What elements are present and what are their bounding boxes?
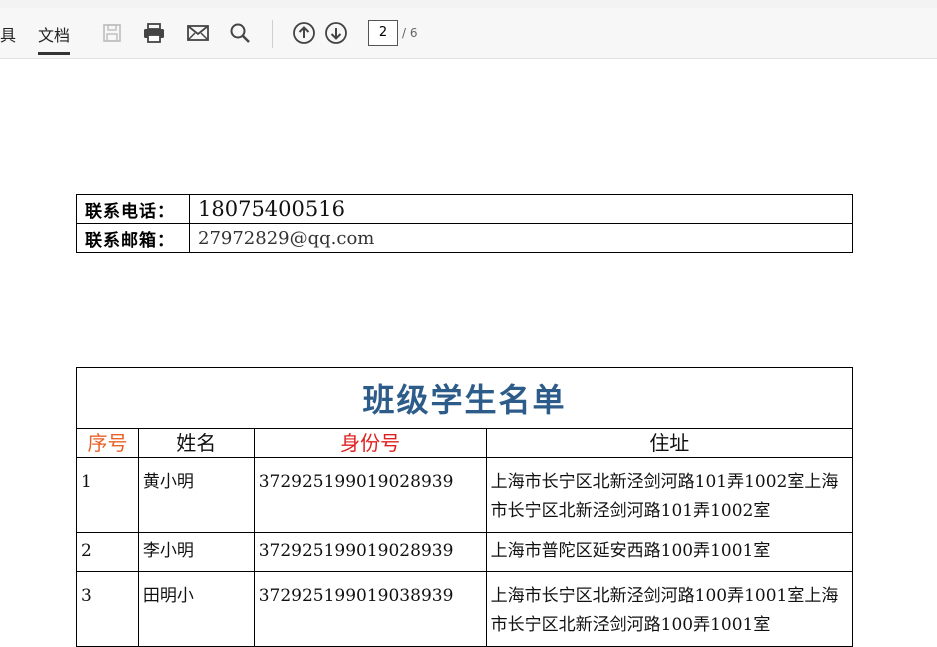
arrow-down-icon[interactable] (321, 18, 351, 48)
student-roster-table: 班级学生名单 序号 姓名 身份号 住址 1 黄小明 37292519901902… (76, 367, 854, 647)
email-value: 27972829@qq.com (189, 223, 853, 253)
print-icon[interactable] (139, 18, 169, 48)
cell-address: 上海市普陀区延安西路100弄1001室 (485, 532, 854, 572)
header-id: 身份号 (253, 428, 487, 458)
search-icon[interactable] (225, 18, 255, 48)
phone-value: 18075400516 (189, 194, 853, 224)
roster-header-row: 序号 姓名 身份号 住址 (76, 428, 854, 458)
tab-tools[interactable]: 具 (0, 22, 16, 46)
cell-name: 田明小 (137, 571, 255, 647)
toolbar-divider (272, 20, 273, 48)
tab-document[interactable]: 文档 (38, 22, 71, 55)
toolbar: 具 文档 2 / 6 (0, 8, 937, 59)
page-number-input[interactable]: 2 (368, 20, 398, 46)
header-name: 姓名 (137, 428, 255, 458)
save-icon[interactable] (97, 18, 127, 48)
cell-id: 372925199019038939 (253, 571, 487, 647)
mail-icon[interactable] (183, 18, 213, 48)
cell-address: 上海市长宁区北新泾剑河路100弄1001室上海市长宁区北新泾剑河路100弄100… (485, 571, 854, 647)
roster-title: 班级学生名单 (76, 367, 853, 429)
cell-no: 2 (76, 532, 139, 572)
roster-title-row: 班级学生名单 (76, 367, 853, 429)
contact-table: 联系电话： 18075400516 联系邮箱： 27972829@qq.com (76, 194, 853, 253)
header-no: 序号 (76, 428, 139, 458)
cell-no: 3 (76, 571, 139, 647)
cell-name: 李小明 (137, 532, 255, 572)
cell-name: 黄小明 (137, 457, 255, 533)
table-row: 3 田明小 372925199019038939 上海市长宁区北新泾剑河路100… (76, 571, 854, 647)
menu-bar (0, 0, 937, 8)
cell-address: 上海市长宁区北新泾剑河路101弄1002室上海市长宁区北新泾剑河路101弄100… (485, 457, 854, 533)
header-address: 住址 (485, 428, 854, 458)
phone-label: 联系电话： (76, 194, 190, 224)
arrow-up-icon[interactable] (289, 18, 319, 48)
page-total: / 6 (402, 26, 418, 40)
cell-id: 372925199019028939 (253, 457, 487, 533)
contact-row-email: 联系邮箱： 27972829@qq.com (76, 223, 853, 253)
table-row: 1 黄小明 372925199019028939 上海市长宁区北新泾剑河路101… (76, 457, 854, 533)
cell-no: 1 (76, 457, 139, 533)
contact-row-phone: 联系电话： 18075400516 (76, 194, 853, 224)
email-label: 联系邮箱： (76, 223, 190, 253)
cell-id: 372925199019028939 (253, 532, 487, 572)
table-row: 2 李小明 372925199019028939 上海市普陀区延安西路100弄1… (76, 532, 854, 572)
